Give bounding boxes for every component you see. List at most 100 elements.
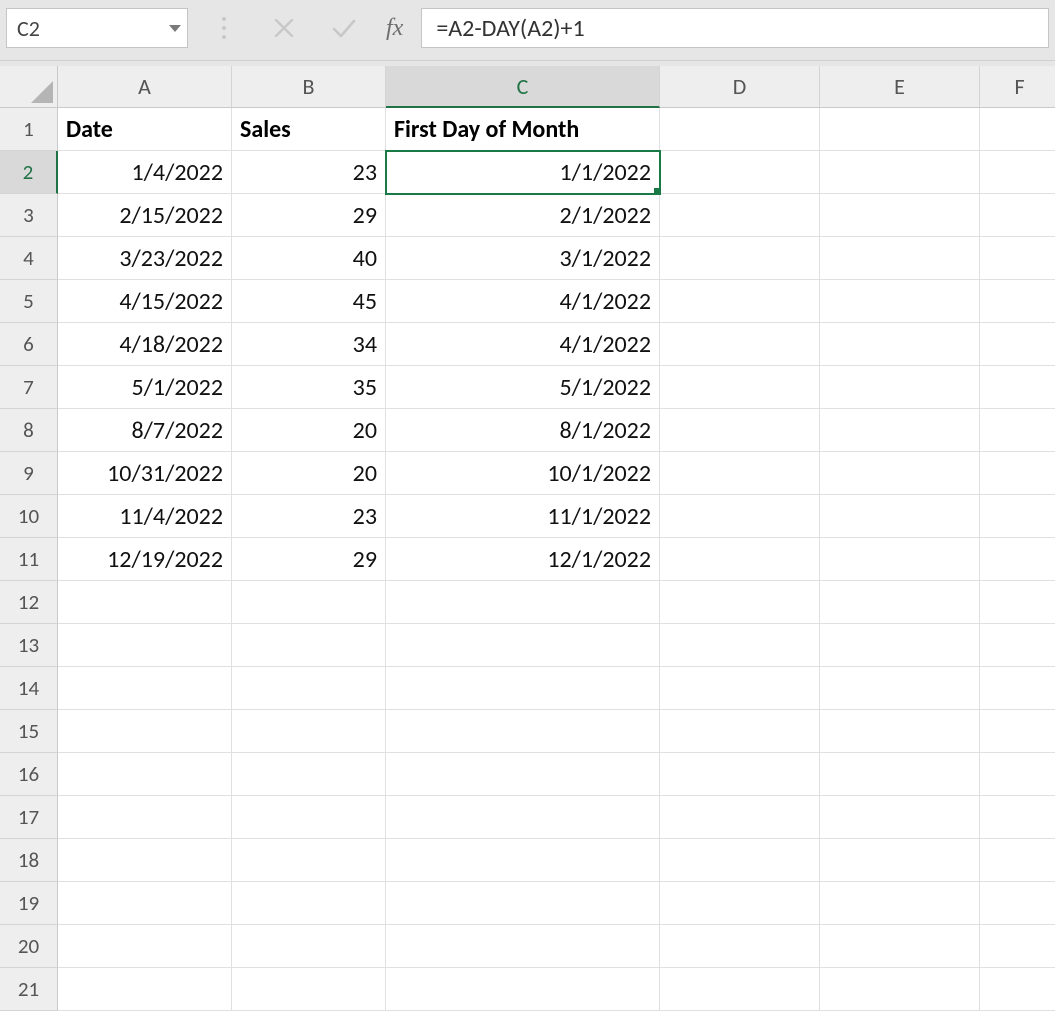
cell-F19[interactable] xyxy=(980,882,1055,925)
cell-A7[interactable]: 5/1/2022 xyxy=(58,366,232,409)
cell-E2[interactable] xyxy=(820,151,980,194)
row-header-1[interactable]: 1 xyxy=(0,108,58,151)
cell-C7[interactable]: 5/1/2022 xyxy=(386,366,660,409)
cell-B4[interactable]: 40 xyxy=(232,237,386,280)
cell-B20[interactable] xyxy=(232,925,386,968)
row-header-10[interactable]: 10 xyxy=(0,495,58,538)
column-header-F[interactable]: F xyxy=(980,66,1055,108)
cell-B12[interactable] xyxy=(232,581,386,624)
cell-E13[interactable] xyxy=(820,624,980,667)
cell-B21[interactable] xyxy=(232,968,386,1011)
cancel-icon[interactable] xyxy=(266,10,302,46)
cell-C3[interactable]: 2/1/2022 xyxy=(386,194,660,237)
cell-C13[interactable] xyxy=(386,624,660,667)
cell-F14[interactable] xyxy=(980,667,1055,710)
cell-D10[interactable] xyxy=(660,495,820,538)
column-header-A[interactable]: A xyxy=(58,66,232,108)
cell-D4[interactable] xyxy=(660,237,820,280)
cell-C12[interactable] xyxy=(386,581,660,624)
cell-E19[interactable] xyxy=(820,882,980,925)
cell-A2[interactable]: 1/4/2022 xyxy=(58,151,232,194)
cell-B10[interactable]: 23 xyxy=(232,495,386,538)
cell-B6[interactable]: 34 xyxy=(232,323,386,366)
cell-B9[interactable]: 20 xyxy=(232,452,386,495)
row-header-5[interactable]: 5 xyxy=(0,280,58,323)
cell-A9[interactable]: 10/31/2022 xyxy=(58,452,232,495)
cell-F7[interactable] xyxy=(980,366,1055,409)
cell-F17[interactable] xyxy=(980,796,1055,839)
cell-D6[interactable] xyxy=(660,323,820,366)
cell-F12[interactable] xyxy=(980,581,1055,624)
cell-A10[interactable]: 11/4/2022 xyxy=(58,495,232,538)
cell-F2[interactable] xyxy=(980,151,1055,194)
row-header-20[interactable]: 20 xyxy=(0,925,58,968)
row-header-9[interactable]: 9 xyxy=(0,452,58,495)
cell-B1[interactable]: Sales xyxy=(232,108,386,151)
cell-A19[interactable] xyxy=(58,882,232,925)
cell-D20[interactable] xyxy=(660,925,820,968)
cell-F21[interactable] xyxy=(980,968,1055,1011)
column-header-B[interactable]: B xyxy=(232,66,386,108)
cell-E12[interactable] xyxy=(820,581,980,624)
cell-A21[interactable] xyxy=(58,968,232,1011)
cell-D21[interactable] xyxy=(660,968,820,1011)
cell-A13[interactable] xyxy=(58,624,232,667)
cell-B2[interactable]: 23 xyxy=(232,151,386,194)
cell-D1[interactable] xyxy=(660,108,820,151)
cell-F3[interactable] xyxy=(980,194,1055,237)
cell-E9[interactable] xyxy=(820,452,980,495)
cell-B15[interactable] xyxy=(232,710,386,753)
cell-B8[interactable]: 20 xyxy=(232,409,386,452)
cell-E5[interactable] xyxy=(820,280,980,323)
cell-D12[interactable] xyxy=(660,581,820,624)
row-header-6[interactable]: 6 xyxy=(0,323,58,366)
cell-D9[interactable] xyxy=(660,452,820,495)
cell-E18[interactable] xyxy=(820,839,980,882)
cell-E16[interactable] xyxy=(820,753,980,796)
cell-C1[interactable]: First Day of Month xyxy=(386,108,660,151)
select-all-corner[interactable] xyxy=(0,66,58,108)
row-header-7[interactable]: 7 xyxy=(0,366,58,409)
cell-F13[interactable] xyxy=(980,624,1055,667)
cell-C15[interactable] xyxy=(386,710,660,753)
cell-A12[interactable] xyxy=(58,581,232,624)
cell-C11[interactable]: 12/1/2022 xyxy=(386,538,660,581)
cell-B7[interactable]: 35 xyxy=(232,366,386,409)
row-header-13[interactable]: 13 xyxy=(0,624,58,667)
cell-C10[interactable]: 11/1/2022 xyxy=(386,495,660,538)
cell-C17[interactable] xyxy=(386,796,660,839)
cell-C20[interactable] xyxy=(386,925,660,968)
cell-C16[interactable] xyxy=(386,753,660,796)
column-header-D[interactable]: D xyxy=(660,66,820,108)
column-header-E[interactable]: E xyxy=(820,66,980,108)
cell-A5[interactable]: 4/15/2022 xyxy=(58,280,232,323)
cell-F11[interactable] xyxy=(980,538,1055,581)
cell-B13[interactable] xyxy=(232,624,386,667)
cell-F15[interactable] xyxy=(980,710,1055,753)
row-header-12[interactable]: 12 xyxy=(0,581,58,624)
cell-E21[interactable] xyxy=(820,968,980,1011)
cell-D8[interactable] xyxy=(660,409,820,452)
cell-B19[interactable] xyxy=(232,882,386,925)
cell-D16[interactable] xyxy=(660,753,820,796)
row-header-17[interactable]: 17 xyxy=(0,796,58,839)
cell-E20[interactable] xyxy=(820,925,980,968)
cell-A16[interactable] xyxy=(58,753,232,796)
row-header-15[interactable]: 15 xyxy=(0,710,58,753)
cell-E4[interactable] xyxy=(820,237,980,280)
cell-D18[interactable] xyxy=(660,839,820,882)
cell-A4[interactable]: 3/23/2022 xyxy=(58,237,232,280)
cell-F16[interactable] xyxy=(980,753,1055,796)
cell-C9[interactable]: 10/1/2022 xyxy=(386,452,660,495)
cell-E8[interactable] xyxy=(820,409,980,452)
row-header-3[interactable]: 3 xyxy=(0,194,58,237)
cell-B5[interactable]: 45 xyxy=(232,280,386,323)
cell-E10[interactable] xyxy=(820,495,980,538)
cell-A17[interactable] xyxy=(58,796,232,839)
row-header-14[interactable]: 14 xyxy=(0,667,58,710)
cell-C6[interactable]: 4/1/2022 xyxy=(386,323,660,366)
column-header-C[interactable]: C xyxy=(386,66,660,108)
cell-C2[interactable]: 1/1/2022 xyxy=(386,151,660,194)
cell-C21[interactable] xyxy=(386,968,660,1011)
row-header-4[interactable]: 4 xyxy=(0,237,58,280)
